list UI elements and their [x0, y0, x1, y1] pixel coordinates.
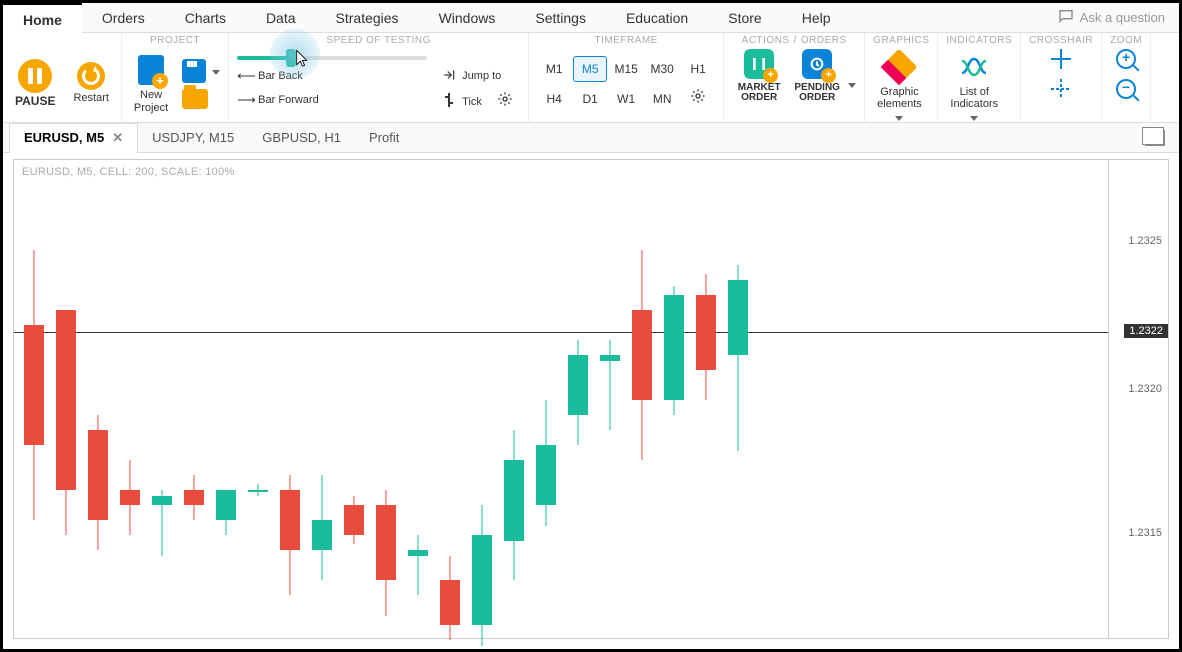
- chevron-down-icon: [970, 116, 978, 121]
- jump-to-button[interactable]: Jump to: [441, 67, 521, 85]
- menu-home[interactable]: Home: [3, 3, 82, 33]
- orders-dropdown-icon[interactable]: [848, 83, 856, 88]
- indicators-button[interactable]: List of Indicators: [946, 48, 1002, 123]
- chevron-down-icon: [895, 116, 903, 121]
- market-order-button[interactable]: + MARKET ORDER: [732, 49, 786, 103]
- chart-tabbar: EURUSD, M5 ✕ USDJPY, M15 GBPUSD, H1 Prof…: [3, 123, 1179, 153]
- current-price-marker: 1.2322: [1124, 324, 1168, 338]
- market-order-icon: +: [744, 49, 774, 79]
- zoom-group-title: ZOOM: [1110, 35, 1142, 47]
- tf-m5-button[interactable]: M5: [573, 56, 607, 82]
- restart-button[interactable]: Restart: [69, 60, 112, 106]
- zoom-out-icon: −: [1116, 79, 1136, 99]
- tf-m15-button[interactable]: M15: [609, 56, 643, 82]
- crosshair-icon: [1051, 49, 1071, 69]
- tf-h1-button[interactable]: H1: [681, 56, 715, 82]
- tf-h4-button[interactable]: H4: [537, 86, 571, 112]
- tf-d1-button[interactable]: D1: [573, 86, 607, 112]
- arrow-left-icon: ⟵: [237, 68, 253, 84]
- tab-eurusd-m5[interactable]: EURUSD, M5 ✕: [9, 123, 138, 153]
- ask-question[interactable]: Ask a question: [1058, 8, 1179, 27]
- crosshair-sync-button[interactable]: [1051, 49, 1071, 69]
- menu-orders[interactable]: Orders: [82, 3, 165, 33]
- close-icon[interactable]: ✕: [112, 123, 123, 153]
- tab-gbpusd-h1[interactable]: GBPUSD, H1: [248, 123, 355, 153]
- new-project-icon: [138, 55, 164, 85]
- menu-windows[interactable]: Windows: [419, 3, 516, 33]
- project-group-title: PROJECT: [130, 35, 220, 47]
- tf-m1-button[interactable]: M1: [537, 56, 571, 82]
- menu-strategies[interactable]: Strategies: [316, 3, 419, 33]
- crosshair-dotted-icon: [1051, 79, 1071, 99]
- open-project-button[interactable]: [182, 89, 208, 109]
- save-dropdown-icon[interactable]: [212, 70, 220, 75]
- tab-profit[interactable]: Profit: [355, 123, 413, 153]
- speed-slider[interactable]: [237, 53, 427, 61]
- menu-help[interactable]: Help: [782, 3, 851, 33]
- price-tick-label: 1.2315: [1128, 527, 1162, 539]
- menubar: Home Orders Charts Data Strategies Windo…: [3, 3, 1179, 33]
- crosshair-group-title: CROSSHAIR: [1029, 35, 1093, 47]
- timeframe-settings-button[interactable]: [681, 88, 715, 109]
- zoom-in-button[interactable]: +: [1116, 49, 1136, 69]
- tf-m30-button[interactable]: M30: [645, 56, 679, 82]
- tab-usdjpy-m15[interactable]: USDJPY, M15: [138, 123, 248, 153]
- pending-order-icon: +: [802, 49, 832, 79]
- tf-mn-button[interactable]: MN: [645, 86, 679, 112]
- menu-data[interactable]: Data: [246, 3, 316, 33]
- slider-thumb[interactable]: [286, 49, 296, 67]
- ask-placeholder: Ask a question: [1080, 10, 1165, 25]
- speed-group-title: SPEED OF TESTING: [237, 35, 520, 47]
- arrow-right-icon: ⟶: [237, 92, 253, 108]
- graphics-group-title: GRAPHICS: [873, 35, 929, 46]
- jump-icon: [441, 68, 457, 85]
- graphic-elements-button[interactable]: Graphic elements: [873, 48, 926, 123]
- tick-icon: [441, 93, 457, 110]
- price-tick-label: 1.2325: [1128, 235, 1162, 247]
- crosshair-pointer-button[interactable]: [1051, 79, 1071, 99]
- pending-order-button[interactable]: + PENDING ORDER: [790, 49, 844, 103]
- chat-icon: [1058, 8, 1074, 27]
- restart-icon: [77, 62, 105, 90]
- price-tick-label: 1.2320: [1128, 383, 1162, 395]
- pencil-icon: [881, 49, 918, 86]
- multi-window-button[interactable]: [1145, 130, 1165, 146]
- menu-education[interactable]: Education: [606, 3, 708, 33]
- indicators-icon: [957, 50, 991, 84]
- pause-icon: [18, 59, 52, 93]
- menu-settings[interactable]: Settings: [515, 3, 606, 33]
- save-project-button[interactable]: [182, 59, 206, 83]
- menu-charts[interactable]: Charts: [165, 3, 246, 33]
- new-project-button[interactable]: New Project: [130, 51, 172, 115]
- price-axis: 1.2325 1.2320 1.2315 1.2322: [1108, 160, 1168, 638]
- timeframe-group-title: TIMEFRAME: [537, 35, 715, 47]
- actions-group-title: ACTIONS/ORDERS: [732, 35, 856, 47]
- bar-back-button[interactable]: ⟵Bar Back: [237, 67, 427, 85]
- zoom-in-icon: +: [1116, 49, 1136, 69]
- indicators-group-title: INDICATORS: [946, 35, 1012, 46]
- ribbon: PAUSE Restart PROJECT New Project: [3, 33, 1179, 123]
- tick-button[interactable]: Tick: [441, 93, 482, 111]
- tf-w1-button[interactable]: W1: [609, 86, 643, 112]
- menu-store[interactable]: Store: [708, 3, 781, 33]
- current-price-line: [14, 332, 1108, 333]
- chart-panel[interactable]: EURUSD, M5, CELL: 200, SCALE: 100% 1.232…: [13, 159, 1169, 639]
- zoom-out-button[interactable]: −: [1116, 79, 1136, 99]
- bar-forward-button[interactable]: ⟶Bar Forward: [237, 91, 427, 109]
- testing-settings-button[interactable]: [488, 91, 521, 112]
- pause-button[interactable]: PAUSE: [11, 57, 59, 110]
- chart-area[interactable]: [14, 160, 1108, 638]
